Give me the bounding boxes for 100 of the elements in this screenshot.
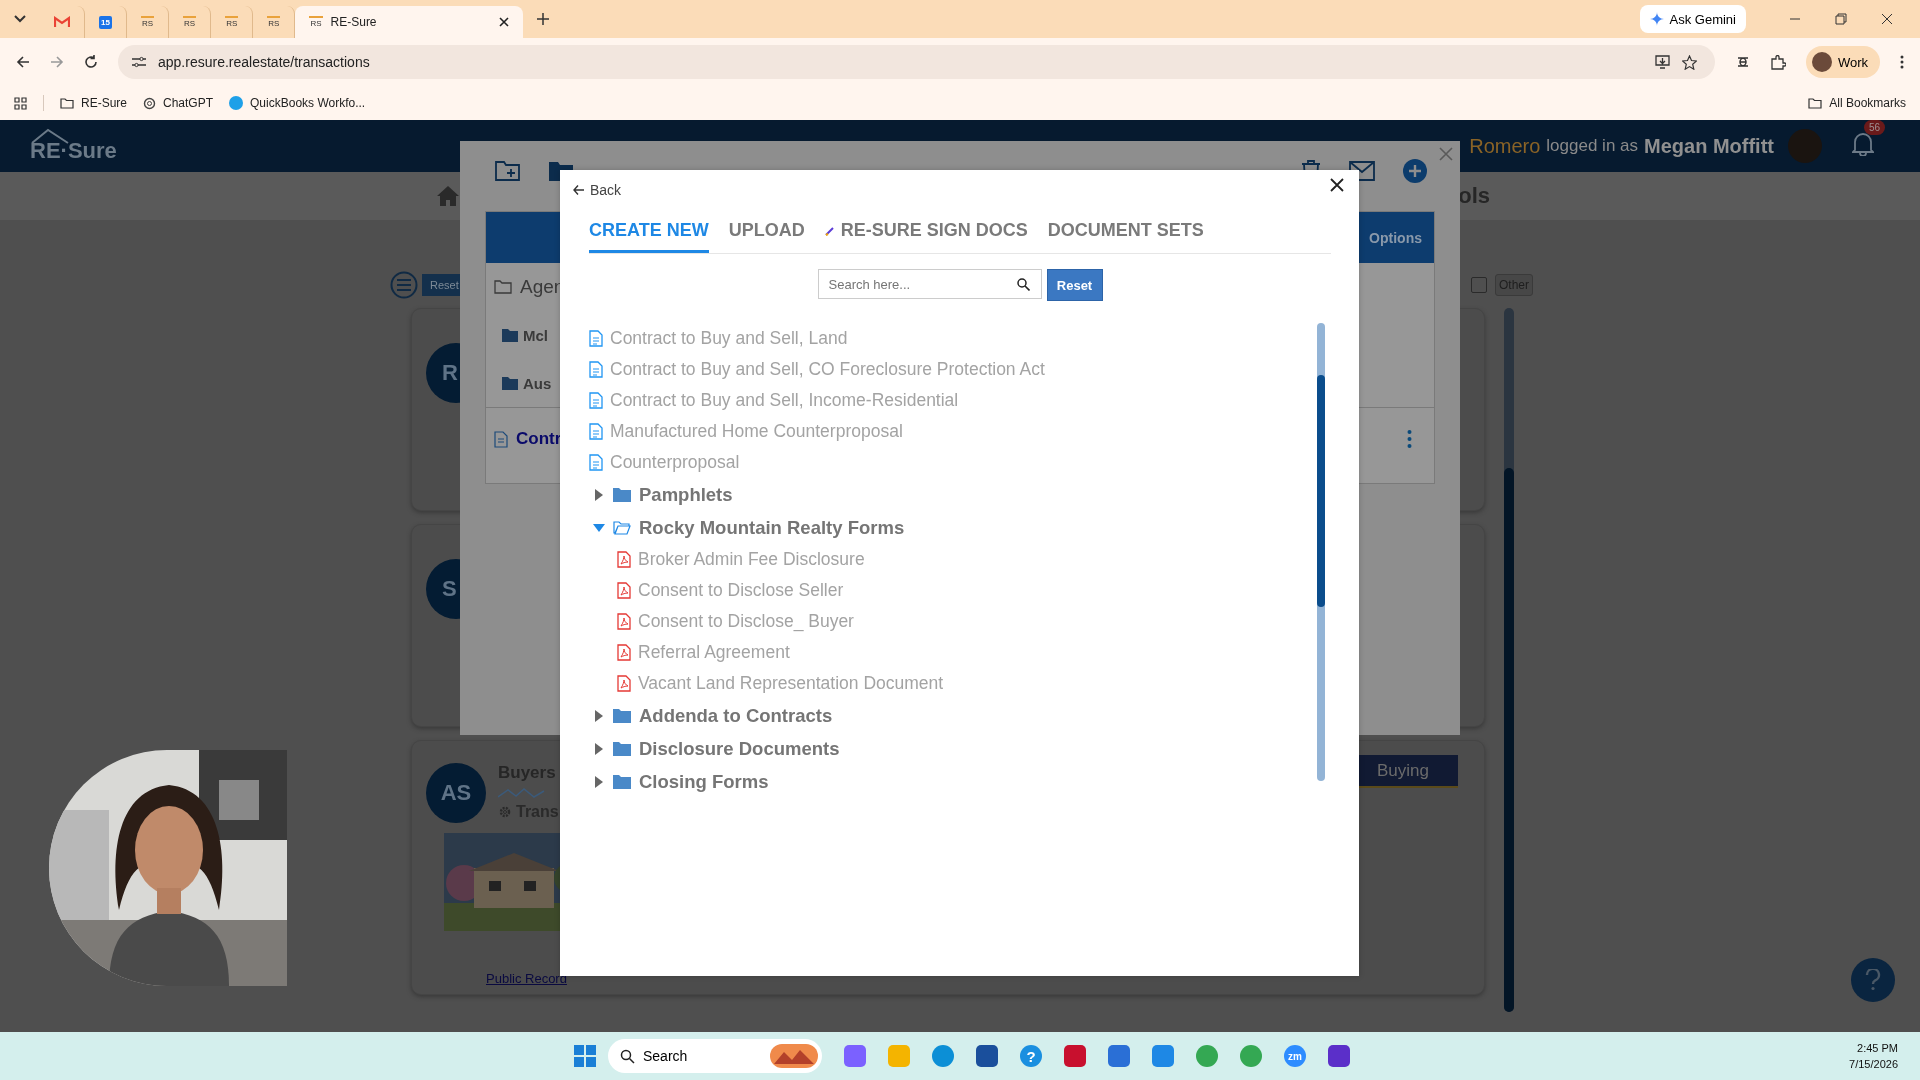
document-icon bbox=[494, 430, 508, 448]
logged-in-label: logged in as bbox=[1546, 136, 1638, 156]
caret-icon[interactable] bbox=[593, 488, 605, 501]
bookmark[interactable]: QuickBooks Workfo... bbox=[229, 96, 366, 110]
taskbar-app-icon[interactable] bbox=[932, 1045, 954, 1067]
pdf-file-icon bbox=[617, 551, 631, 568]
tab-list-icon[interactable] bbox=[14, 15, 26, 23]
scrollbar[interactable] bbox=[1504, 308, 1514, 1012]
folder-name[interactable]: Aus bbox=[523, 374, 552, 392]
folder-icon bbox=[1808, 97, 1823, 109]
document-link[interactable]: Contr bbox=[516, 429, 562, 449]
landscape-icon bbox=[770, 1044, 818, 1068]
document-link[interactable]: Vacant Land Representation Document bbox=[638, 673, 944, 694]
ask-gemini-button[interactable]: Ask Gemini bbox=[1639, 5, 1746, 33]
folder-icon bbox=[60, 97, 74, 109]
circle-icon bbox=[229, 96, 244, 110]
taskbar-app-icon[interactable]: ? bbox=[1020, 1045, 1042, 1067]
options-button[interactable]: Options bbox=[1363, 228, 1428, 247]
caret-icon[interactable] bbox=[593, 521, 605, 534]
star-icon[interactable] bbox=[1681, 54, 1697, 70]
calendar-icon: 15 bbox=[99, 15, 112, 29]
back-arrow-icon[interactable] bbox=[16, 55, 30, 69]
document-link[interactable]: Manufactured Home Counterproposal bbox=[610, 421, 903, 442]
document-link[interactable]: Broker Admin Fee Disclosure bbox=[638, 549, 865, 570]
close-icon[interactable] bbox=[499, 17, 510, 27]
reload-icon[interactable] bbox=[84, 55, 98, 69]
scrollbar[interactable] bbox=[1317, 323, 1325, 781]
document-link[interactable]: Contract to Buy and Sell, CO Foreclosure Protection Act bbox=[610, 359, 1045, 380]
document-link[interactable]: Referral Agreement bbox=[638, 642, 790, 663]
user-name: Romero bbox=[1469, 134, 1541, 158]
reset-button[interactable]: Reset bbox=[1046, 269, 1103, 301]
tab[interactable]: DOCUMENT SETS bbox=[1047, 212, 1204, 253]
document-icon bbox=[589, 454, 603, 471]
search-field[interactable]: Search here... bbox=[817, 269, 1042, 299]
add-icon[interactable] bbox=[1403, 159, 1427, 183]
tab[interactable]: UPLOAD bbox=[728, 212, 805, 253]
taskbar-app-icon[interactable]: zm bbox=[1284, 1045, 1306, 1067]
windows-icon[interactable] bbox=[574, 1045, 596, 1067]
profile-button[interactable]: Work bbox=[1805, 46, 1880, 78]
caret-icon[interactable] bbox=[593, 775, 605, 788]
folder-icon bbox=[502, 328, 518, 342]
folder-icon bbox=[613, 520, 631, 535]
folder-name[interactable]: Disclosure Documents bbox=[639, 737, 840, 760]
document-link[interactable]: Consent to Disclose Seller bbox=[638, 580, 844, 601]
folder-icon bbox=[613, 741, 631, 756]
bell-icon[interactable] bbox=[1852, 132, 1874, 156]
folder-plus-icon[interactable] bbox=[495, 160, 521, 182]
new-tab-icon[interactable] bbox=[537, 13, 550, 25]
document-link[interactable]: Consent to Disclose_ Buyer bbox=[638, 611, 854, 632]
document-icon bbox=[589, 361, 603, 378]
document-link[interactable]: Counterproposal bbox=[610, 452, 740, 473]
gear-icon bbox=[498, 805, 512, 819]
taskbar-app-icon[interactable] bbox=[1108, 1045, 1130, 1067]
document-icon bbox=[589, 423, 603, 440]
taskbar-app-icon[interactable] bbox=[1328, 1045, 1350, 1067]
search-field[interactable]: Search bbox=[608, 1039, 822, 1073]
apps-grid-icon[interactable] bbox=[14, 96, 27, 110]
logo[interactable]: RE·Sure bbox=[30, 128, 117, 164]
document-icon bbox=[589, 392, 603, 409]
tab[interactable]: RE-SURE SIGN DOCS bbox=[824, 212, 1028, 253]
taskbar-app-icon[interactable] bbox=[976, 1045, 998, 1067]
avatar: AS bbox=[426, 763, 486, 823]
browser-tab[interactable]: RS RE-Sure bbox=[295, 6, 524, 38]
pdf-file-icon bbox=[617, 582, 631, 599]
restore-icon[interactable] bbox=[1835, 13, 1847, 25]
caret-icon[interactable] bbox=[593, 742, 605, 755]
notification-count: 56 bbox=[1864, 120, 1886, 135]
close-icon[interactable] bbox=[1881, 13, 1893, 25]
public-record-link[interactable]: Public Record bbox=[486, 971, 567, 986]
folder-name[interactable]: Pamphlets bbox=[639, 483, 733, 506]
caret-icon[interactable] bbox=[593, 709, 605, 722]
document-link[interactable]: Contract to Buy and Sell, Land bbox=[610, 328, 848, 349]
bookmark[interactable]: RE-Sure bbox=[60, 96, 127, 110]
taskbar-app-icon[interactable] bbox=[1064, 1045, 1086, 1067]
folder-name[interactable]: Addenda to Contracts bbox=[639, 704, 833, 727]
bookmark[interactable]: All Bookmarks bbox=[1808, 96, 1906, 110]
folder-icon bbox=[502, 376, 518, 390]
forward-arrow-icon[interactable] bbox=[50, 55, 64, 69]
back-button[interactable]: Back bbox=[573, 182, 622, 198]
folder-name[interactable]: Mcl bbox=[523, 326, 548, 344]
search-icon bbox=[620, 1048, 635, 1064]
more-icon[interactable] bbox=[1900, 55, 1904, 69]
knot-icon bbox=[143, 96, 156, 110]
folder-name[interactable]: Closing Forms bbox=[639, 770, 769, 793]
back-arrow-icon bbox=[573, 184, 585, 196]
document-link[interactable]: Contract to Buy and Sell, Income-Residential bbox=[610, 390, 959, 411]
checkbox[interactable] bbox=[1471, 277, 1487, 293]
bookmark[interactable]: ChatGPT bbox=[143, 96, 214, 110]
taskbar-app-icon[interactable] bbox=[1152, 1045, 1174, 1067]
address-bar[interactable]: app.resure.realestate/transactions bbox=[118, 45, 1715, 79]
site-settings-icon[interactable] bbox=[132, 56, 146, 68]
puzzle-icon[interactable] bbox=[1770, 54, 1786, 70]
taskbar-app-icon[interactable] bbox=[844, 1045, 866, 1067]
pdf-file-icon bbox=[617, 644, 631, 661]
tab[interactable]: CREATE NEW bbox=[589, 212, 709, 253]
clock[interactable]: 2:45 PM 7/15/2026 bbox=[1849, 1040, 1898, 1072]
folder-name[interactable]: Rocky Mountain Realty Forms bbox=[639, 516, 905, 539]
pdf-file-icon bbox=[617, 675, 631, 692]
install-icon[interactable] bbox=[1654, 55, 1670, 69]
close-icon[interactable] bbox=[1330, 178, 1344, 192]
